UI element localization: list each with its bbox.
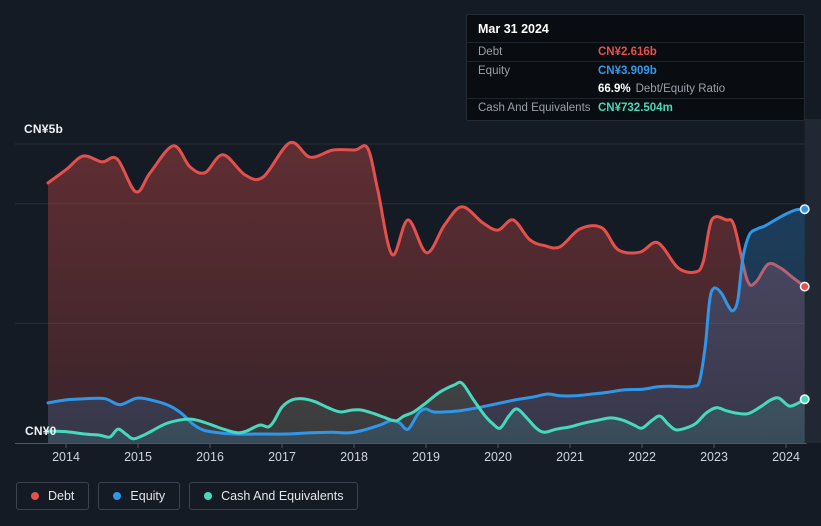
x-axis-label-2015: 2015 — [124, 450, 152, 464]
legend-label: Cash And Equivalents — [221, 489, 344, 503]
tooltip-ratio-label: Debt/Equity Ratio — [635, 83, 726, 95]
legend-item-cash-and-equivalents[interactable]: Cash And Equivalents — [189, 482, 359, 510]
hover-tooltip: Mar 31 2024 Debt CN¥2.616b Equity CN¥3.9… — [466, 14, 805, 121]
x-axis-label-2021: 2021 — [556, 450, 584, 464]
tooltip-equity-label: Equity — [478, 65, 510, 77]
tooltip-ratio-value: 66.9% — [598, 83, 631, 95]
tooltip-cash-label: Cash And Equivalents — [478, 102, 591, 114]
chart-legend: Debt Equity Cash And Equivalents — [16, 482, 359, 510]
legend-label: Debt — [48, 489, 75, 503]
x-axis-label-2018: 2018 — [340, 450, 368, 464]
legend-item-debt[interactable]: Debt — [16, 482, 90, 510]
tooltip-equity-value: CN¥3.909b — [598, 65, 657, 77]
debt-dot-icon — [31, 492, 39, 500]
x-axis-label-2022: 2022 — [628, 450, 656, 464]
x-axis-label-2019: 2019 — [412, 450, 440, 464]
x-axis-label-2020: 2020 — [484, 450, 512, 464]
tooltip-debt-value: CN¥2.616b — [598, 46, 657, 58]
debt-end-marker[interactable] — [799, 281, 810, 292]
x-axis-label-2017: 2017 — [268, 450, 296, 464]
equity-end-marker[interactable] — [799, 204, 810, 215]
tooltip-row-ratio: 66.9% Debt/Equity Ratio — [467, 80, 804, 99]
cash-and-equivalents-dot-icon — [204, 492, 213, 500]
x-axis-label-2024: 2024 — [772, 450, 800, 464]
legend-item-equity[interactable]: Equity — [98, 482, 181, 510]
future-band — [804, 119, 821, 443]
x-axis-line — [15, 443, 807, 448]
x-axis-label-2023: 2023 — [700, 450, 728, 464]
tooltip-row-debt: Debt CN¥2.616b — [467, 43, 804, 62]
equity-dot-icon — [113, 492, 122, 500]
tooltip-row-equity: Equity CN¥3.909b — [467, 62, 804, 80]
x-axis-label-2016: 2016 — [196, 450, 224, 464]
y-axis-zero-label: CN¥0 — [25, 424, 57, 438]
x-axis-label-2014: 2014 — [52, 450, 80, 464]
tooltip-row-cash: Cash And Equivalents CN¥732.504m — [467, 99, 804, 117]
y-axis-max-label: CN¥5b — [24, 122, 64, 136]
cash-end-marker[interactable] — [799, 394, 810, 405]
legend-label: Equity — [130, 489, 166, 503]
tooltip-debt-label: Debt — [478, 46, 503, 58]
tooltip-date: Mar 31 2024 — [467, 15, 804, 43]
debt-equity-chart-panel: CN¥5b CN¥0 2014 2015 2016 2017 2018 2019 2020 2… — [0, 0, 821, 526]
tooltip-cash-value: CN¥732.504m — [598, 102, 673, 114]
